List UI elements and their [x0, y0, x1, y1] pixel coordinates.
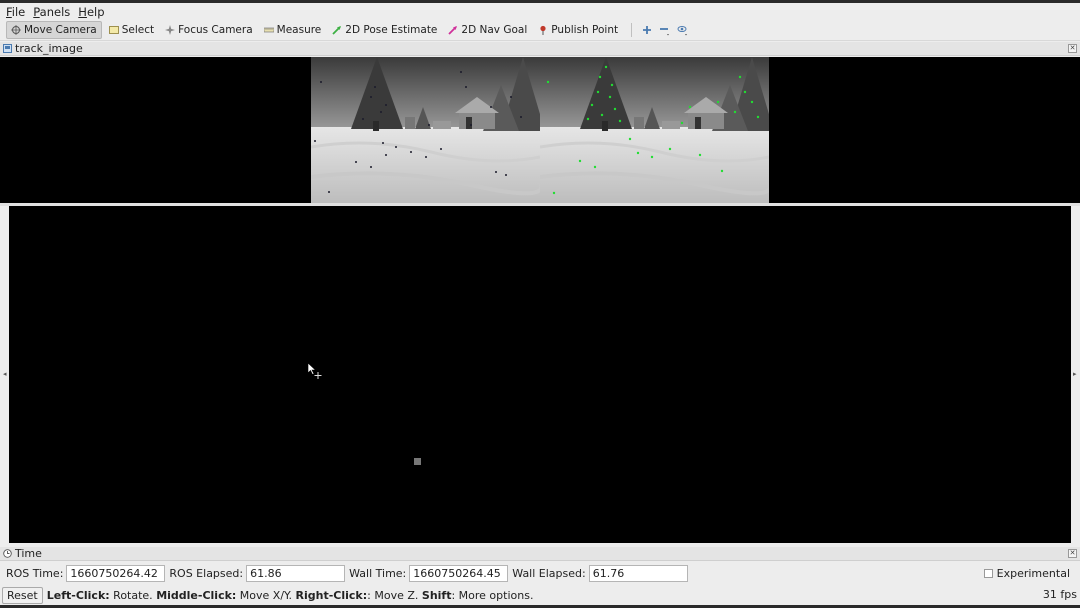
ros-elapsed-field[interactable]: 61.86 — [246, 565, 346, 582]
hint-left-key: Left-Click: — [46, 588, 110, 602]
pose-estimate-tool[interactable]: 2D Pose Estimate — [328, 21, 441, 39]
hint-shift-text: : More options. — [451, 588, 534, 602]
menu-bar: File Panels Help — [0, 3, 1080, 20]
nav-goal-tool[interactable]: 2D Nav Goal — [444, 21, 531, 39]
nav-arrow-icon — [448, 26, 458, 35]
image-panel-title: track_image — [15, 42, 83, 55]
hint-middle-key: Middle-Click: — [156, 588, 237, 602]
remove-tool-button[interactable] — [656, 21, 674, 39]
tools-toolbar: Move Camera Select Focus Camera Measure … — [0, 20, 1080, 41]
pose-arrow-icon — [332, 26, 342, 35]
menu-file[interactable]: File — [6, 5, 25, 19]
move-camera-icon — [11, 25, 21, 35]
view-options-button[interactable] — [674, 21, 692, 39]
fps-counter: 31 fps — [1042, 588, 1077, 601]
select-tool[interactable]: Select — [105, 21, 158, 39]
robot-marker — [414, 458, 421, 465]
ros-elapsed-label: ROS Elapsed: — [169, 567, 244, 580]
left-camera-image — [311, 57, 540, 203]
hint-right-text: : Move Z. — [367, 588, 422, 602]
time-panel: ROS Time: 1660750264.42 ROS Elapsed: 61.… — [0, 562, 1080, 585]
add-tool-button[interactable] — [638, 21, 656, 39]
status-bar: Reset Left-Click: Rotate. Middle-Click: … — [0, 585, 1080, 605]
wall-time-field[interactable]: 1660750264.45 — [409, 565, 509, 582]
focus-camera-tool[interactable]: Focus Camera — [161, 21, 257, 39]
close-icon: ✕ — [1069, 44, 1076, 52]
experimental-checkbox[interactable] — [983, 569, 993, 578]
measure-tool[interactable]: Measure — [260, 21, 326, 39]
plus-icon — [643, 26, 652, 34]
mouse-cursor-icon — [307, 362, 322, 379]
focus-camera-label: Focus Camera — [178, 24, 253, 36]
hint-middle-text: Move X/Y. — [236, 588, 296, 602]
ros-time-label: ROS Time: — [6, 567, 64, 580]
reset-button[interactable]: Reset — [2, 586, 43, 604]
move-camera-label: Move Camera — [24, 24, 97, 36]
pin-icon — [540, 25, 546, 35]
hint-left-text: Rotate. — [109, 588, 157, 602]
eye-icon — [677, 26, 688, 36]
image-panel-titlebar[interactable]: track_image ✕ — [0, 42, 1080, 56]
hint-shift-key: Shift — [421, 588, 452, 602]
time-panel-title: Time — [15, 547, 42, 560]
status-hint: Left-Click: Rotate. Middle-Click: Move X… — [47, 589, 534, 602]
left-dock-arrow-icon[interactable]: ◂ — [3, 370, 7, 378]
right-dock-arrow-icon[interactable]: ▸ — [1073, 370, 1077, 378]
wall-time-label: Wall Time: — [349, 567, 407, 580]
publish-point-tool[interactable]: Publish Point — [534, 21, 622, 39]
minus-icon — [660, 28, 670, 36]
select-icon — [108, 26, 119, 34]
track-image-view — [0, 57, 1080, 203]
hint-right-key: Right-Click: — [295, 588, 368, 602]
experimental-label: Experimental — [996, 567, 1070, 580]
experimental-toggle[interactable]: Experimental — [983, 567, 1070, 580]
render-viewport[interactable] — [9, 206, 1071, 543]
measure-label: Measure — [276, 24, 322, 36]
wall-elapsed-field[interactable]: 61.76 — [588, 565, 688, 582]
close-icon: ✕ — [1069, 549, 1076, 557]
publish-point-label: Publish Point — [551, 24, 619, 36]
focus-camera-icon — [165, 25, 176, 35]
move-camera-tool[interactable]: Move Camera — [6, 21, 102, 39]
menu-panels[interactable]: Panels — [33, 5, 70, 19]
image-panel-icon — [3, 44, 12, 53]
ros-time-field[interactable]: 1660750264.42 — [66, 565, 166, 582]
image-panel-close-button[interactable]: ✕ — [1068, 44, 1077, 53]
select-label: Select — [121, 24, 155, 36]
toolbar-separator — [631, 23, 633, 37]
nav-goal-label: 2D Nav Goal — [461, 24, 528, 36]
time-panel-titlebar[interactable]: Time ✕ — [0, 547, 1080, 561]
time-panel-close-button[interactable]: ✕ — [1068, 549, 1077, 558]
pose-estimate-label: 2D Pose Estimate — [345, 24, 438, 36]
measure-icon — [263, 27, 274, 33]
right-camera-image — [540, 57, 769, 203]
menu-help[interactable]: Help — [78, 5, 104, 19]
wall-elapsed-label: Wall Elapsed: — [512, 567, 586, 580]
clock-icon — [3, 549, 12, 558]
